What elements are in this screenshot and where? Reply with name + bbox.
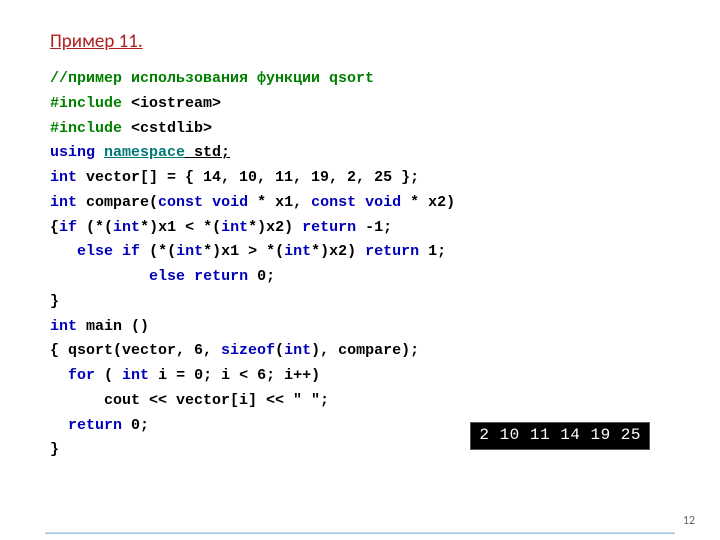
code-txt: *)x1 > *( [203, 243, 284, 260]
code-txt: * x1, [248, 194, 311, 211]
code-block: //пример использования функции qsort #in… [50, 67, 670, 463]
slide: Пример 11. //пример использования функци… [0, 0, 720, 540]
slide-title: Пример 11. [50, 30, 670, 53]
code-txt: { [50, 219, 59, 236]
code-txt: 0; [248, 268, 275, 285]
code-kw: int [50, 169, 77, 186]
code-kw: if [59, 219, 77, 236]
footer-divider [45, 532, 675, 534]
code-txt: -1; [356, 219, 392, 236]
code-pp: #include [50, 120, 131, 137]
console-output: 2 10 11 14 19 25 [470, 422, 650, 450]
code-kw: int [122, 367, 149, 384]
code-txt: } [50, 441, 59, 458]
code-kw: const [158, 194, 203, 211]
code-txt: } [50, 293, 59, 310]
code-kw: return [365, 243, 419, 260]
code-txt [50, 243, 77, 260]
code-kw: int [50, 194, 77, 211]
code-kw: const [311, 194, 356, 211]
code-txt: *)x2) [311, 243, 365, 260]
code-txt: 1; [419, 243, 446, 260]
code-kw: return [68, 417, 122, 434]
code-txt [356, 194, 365, 211]
code-txt: { qsort(vector, 6, [50, 342, 221, 359]
code-kw: for [68, 367, 95, 384]
code-txt [50, 417, 68, 434]
code-pp: #include [50, 95, 131, 112]
code-kw: void [212, 194, 248, 211]
code-kw: int [221, 219, 248, 236]
code-txt: 0; [122, 417, 149, 434]
code-txt [50, 268, 149, 285]
code-kw: return [302, 219, 356, 236]
code-txt: (*( [140, 243, 176, 260]
code-kw: namespace [104, 144, 185, 161]
code-kw: using [50, 144, 104, 161]
code-txt: * x2) [401, 194, 455, 211]
code-txt: main () [77, 318, 149, 335]
code-kw: int [284, 342, 311, 359]
code-kw: void [365, 194, 401, 211]
code-txt: ), compare); [311, 342, 419, 359]
code-txt: (*( [77, 219, 113, 236]
code-txt [203, 194, 212, 211]
code-txt: ( [95, 367, 122, 384]
code-txt: cout << vector[i] << " "; [50, 392, 329, 409]
code-txt [50, 367, 68, 384]
code-txt: std; [185, 144, 230, 161]
code-kw: int [50, 318, 77, 335]
code-txt: <iostream> [131, 95, 221, 112]
code-kw: if [122, 243, 140, 260]
code-txt [185, 268, 194, 285]
code-kw: else [77, 243, 113, 260]
code-txt: *)x1 < *( [140, 219, 221, 236]
code-txt: vector[] = { 14, 10, 11, 19, 2, 25 }; [77, 169, 419, 186]
code-txt: *)x2) [248, 219, 302, 236]
code-txt: i = 0; i < 6; i++) [149, 367, 320, 384]
code-kw: return [194, 268, 248, 285]
code-kw: int [284, 243, 311, 260]
page-number: 12 [683, 514, 695, 528]
code-kw: int [176, 243, 203, 260]
code-comment: //пример использования функции qsort [50, 70, 374, 87]
code-kw: sizeof [221, 342, 275, 359]
code-txt [113, 243, 122, 260]
code-txt: compare( [77, 194, 158, 211]
code-txt: <cstdlib> [131, 120, 212, 137]
code-kw: else [149, 268, 185, 285]
code-txt: ( [275, 342, 284, 359]
code-kw: int [113, 219, 140, 236]
